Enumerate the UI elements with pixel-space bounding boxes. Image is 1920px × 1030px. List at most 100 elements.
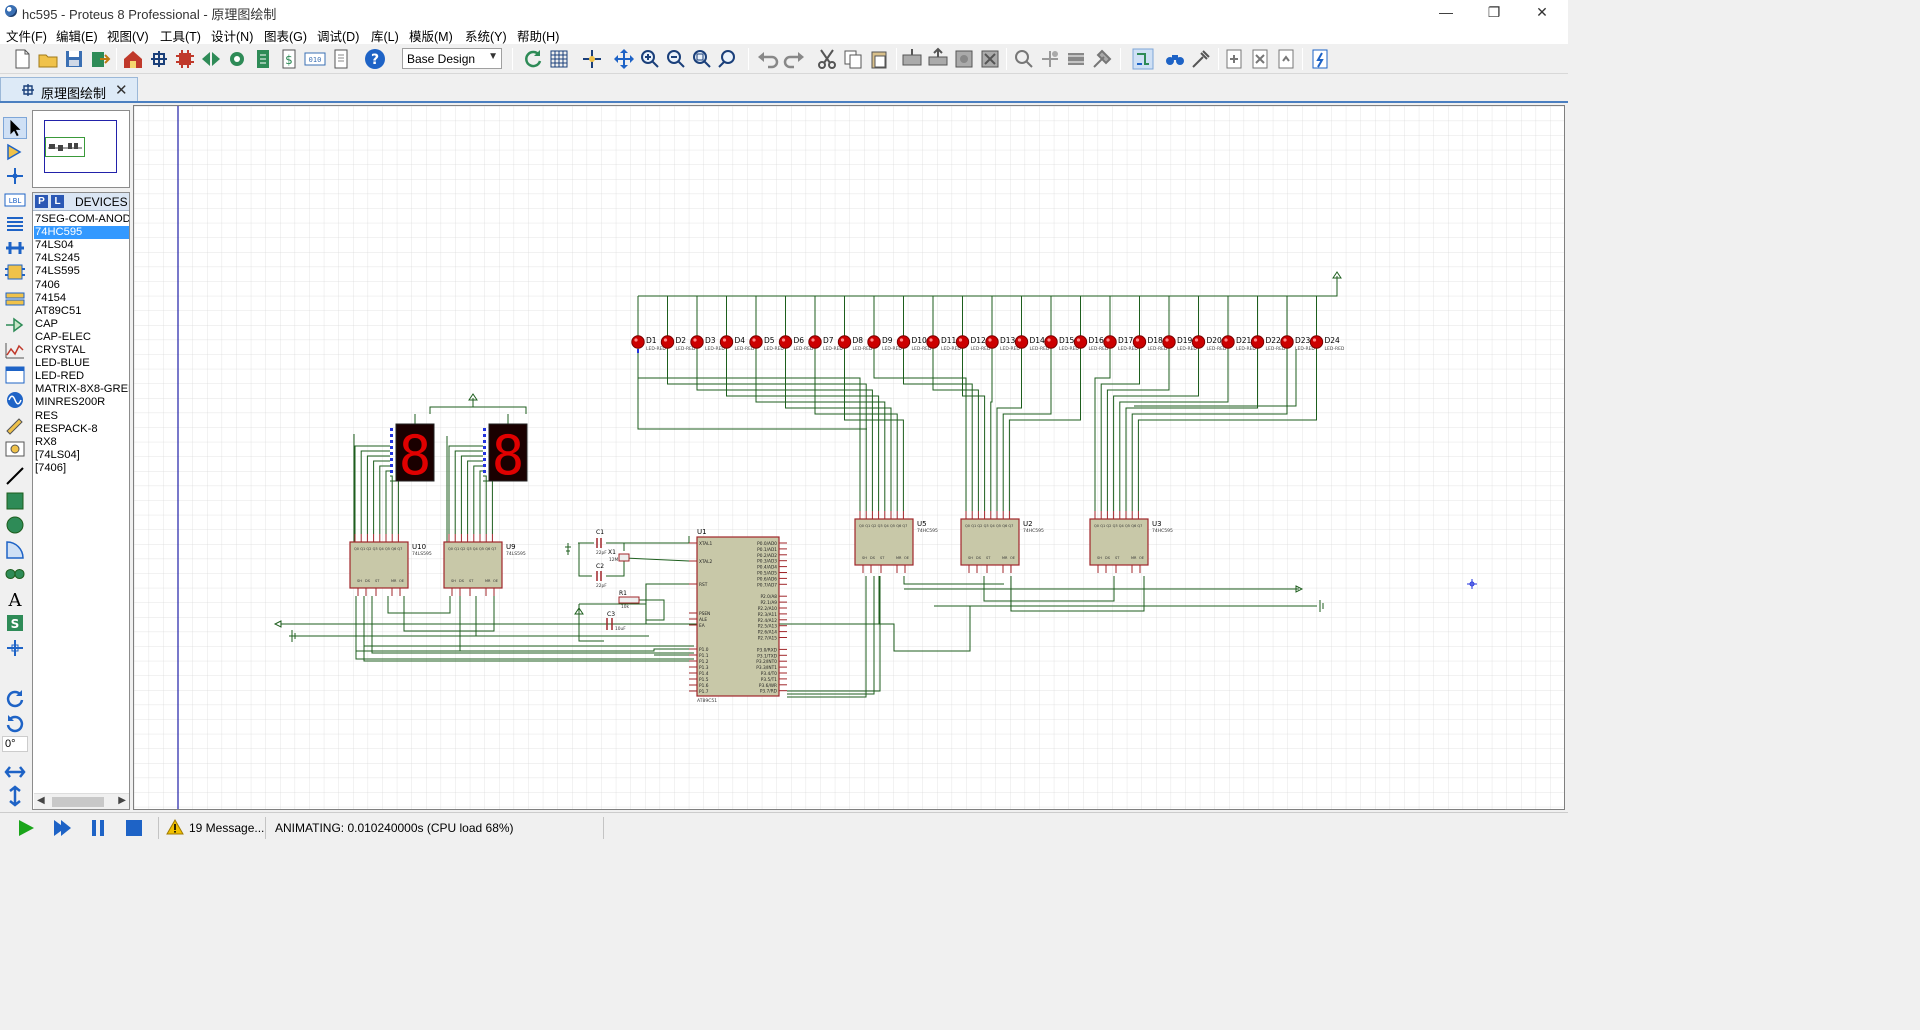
remove-sheet-icon[interactable]	[1248, 47, 1272, 71]
cut-icon[interactable]	[815, 47, 839, 71]
text-script-icon[interactable]	[3, 213, 27, 235]
junction-dot-icon[interactable]	[3, 165, 27, 187]
cost-icon[interactable]: $	[277, 47, 301, 71]
grid-icon[interactable]	[547, 47, 571, 71]
pick-from-library-button[interactable]: P	[35, 195, 48, 208]
subcircuit-icon[interactable]	[3, 261, 27, 283]
scroll-right-icon[interactable]: ▶	[118, 795, 126, 806]
search-tag-icon[interactable]	[1163, 47, 1187, 71]
redo-icon[interactable]	[782, 47, 806, 71]
new-icon[interactable]	[10, 47, 34, 71]
zoom-area-icon[interactable]	[716, 47, 740, 71]
menu-tools[interactable]: 工具(T)	[160, 26, 201, 45]
circle-tool-icon[interactable]	[3, 514, 27, 536]
import-icon[interactable]	[88, 47, 112, 71]
save-icon[interactable]	[62, 47, 86, 71]
menu-help[interactable]: 帮助(H)	[517, 26, 559, 45]
overview-window[interactable]	[32, 110, 130, 188]
maximize-button[interactable]: ❐	[1474, 2, 1514, 22]
undo-icon[interactable]	[756, 47, 780, 71]
schematic-drawing[interactable]: 8 8Q0 Q1 Q2 Q3 Q4 Q5 Q6 Q7SH DS ST MR OEU1074LS595Q0…	[134, 106, 1564, 809]
menu-file[interactable]: 文件(F)	[6, 26, 47, 45]
device-list-item[interactable]: 74LS04	[34, 239, 129, 252]
device-list-item[interactable]: 7406	[34, 279, 129, 292]
device-list-item[interactable]: MATRIX-8X8-GREE	[34, 383, 129, 396]
device-list-item[interactable]: [74LS04]	[34, 449, 129, 462]
menu-graph[interactable]: 图表(G)	[264, 26, 307, 45]
voltage-probe-icon[interactable]	[3, 413, 27, 435]
origin-icon[interactable]	[580, 47, 604, 71]
virtual-instruments-icon[interactable]	[3, 438, 27, 460]
wire-autorouter-icon[interactable]	[1131, 47, 1155, 71]
menu-view[interactable]: 视图(V)	[107, 26, 149, 45]
netlist-icon[interactable]	[1308, 47, 1332, 71]
pan-icon[interactable]	[612, 47, 636, 71]
mirror-horizontal-icon[interactable]	[3, 761, 27, 783]
binary-icon[interactable]: 010	[303, 47, 327, 71]
3d-icon[interactable]	[225, 47, 249, 71]
device-list-item[interactable]: CAP	[34, 318, 129, 331]
zoom-out-icon[interactable]	[664, 47, 688, 71]
device-list-scrollbar[interactable]: ◀ ▶	[34, 793, 129, 809]
library-manager-button[interactable]: L	[51, 195, 64, 208]
device-list-item[interactable]: 74HC595	[34, 226, 129, 240]
tape-recorder-icon[interactable]	[3, 364, 27, 386]
menu-library[interactable]: 库(L)	[371, 26, 399, 45]
close-window-button[interactable]: ✕	[1522, 2, 1562, 22]
device-list-item[interactable]: 7SEG-COM-ANOD	[34, 213, 129, 226]
rotate-anticlockwise-icon[interactable]	[3, 713, 27, 735]
device-list-item[interactable]: RES	[34, 410, 129, 423]
marker-tool-icon[interactable]	[3, 637, 27, 659]
device-list-item[interactable]: 74LS245	[34, 252, 129, 265]
play-button[interactable]	[15, 818, 37, 838]
device-list-item[interactable]: LED-BLUE	[34, 357, 129, 370]
device-list-item[interactable]: LED-RED	[34, 370, 129, 383]
generator-mode-icon[interactable]	[3, 389, 27, 411]
make-device-icon[interactable]	[1038, 47, 1062, 71]
path-tool-icon[interactable]	[3, 563, 27, 585]
close-icon[interactable]: ✕	[115, 81, 128, 99]
zoom-in-icon[interactable]	[638, 47, 662, 71]
symbol-tool-icon[interactable]: S	[3, 612, 27, 634]
device-pins-icon[interactable]	[3, 314, 27, 336]
box-tool-icon[interactable]	[3, 490, 27, 512]
notes-icon[interactable]	[329, 47, 353, 71]
bom-icon[interactable]	[251, 47, 275, 71]
device-list-item[interactable]: CAP-ELEC	[34, 331, 129, 344]
graph-mode-icon[interactable]	[3, 340, 27, 362]
design-variant-select[interactable]: Base Design ▼	[402, 48, 502, 69]
block-move-icon[interactable]	[926, 47, 950, 71]
message-count[interactable]: 19 Message...	[189, 821, 264, 835]
block-copy-icon[interactable]	[900, 47, 924, 71]
component-mode-icon[interactable]	[3, 141, 27, 163]
schematic-canvas[interactable]: 8 8 Q0 Q1 Q2 Q3 Q4 Q5 Q6 Q7 SH DS ST MR OE U10 74LS595 Q0…	[133, 105, 1565, 810]
step-button[interactable]	[51, 818, 73, 838]
zoom-all-icon[interactable]	[690, 47, 714, 71]
new-sheet-icon[interactable]	[1222, 47, 1246, 71]
pcb-icon[interactable]	[173, 47, 197, 71]
terminals-mode-icon[interactable]	[3, 288, 27, 310]
menu-edit[interactable]: 编辑(E)	[56, 26, 98, 45]
device-list-item[interactable]: RESPACK-8	[34, 423, 129, 436]
rotation-angle-field[interactable]: 0°	[2, 736, 28, 752]
block-rotate-icon[interactable]	[952, 47, 976, 71]
pause-button[interactable]	[87, 818, 109, 838]
block-delete-icon[interactable]	[978, 47, 1002, 71]
menu-debug[interactable]: 调试(D)	[317, 26, 359, 45]
schematic-icon[interactable]	[147, 47, 171, 71]
device-list-item[interactable]: MINRES200R	[34, 396, 129, 409]
bus-icon[interactable]	[3, 237, 27, 259]
exit-parent-icon[interactable]	[1274, 47, 1298, 71]
refresh-icon[interactable]	[521, 47, 545, 71]
paste-icon[interactable]	[867, 47, 891, 71]
arc-tool-icon[interactable]	[3, 539, 27, 561]
device-list-item[interactable]: [7406]	[34, 462, 129, 475]
package-tool-icon[interactable]	[1064, 47, 1088, 71]
wire-label-icon[interactable]: LBL	[3, 189, 27, 211]
overview-viewport[interactable]	[45, 137, 85, 157]
device-list-item[interactable]: 74LS595	[34, 265, 129, 278]
selection-mode-icon[interactable]	[3, 117, 27, 139]
device-list-item[interactable]: CRYSTAL	[34, 344, 129, 357]
open-icon[interactable]	[36, 47, 60, 71]
menu-template[interactable]: 模版(M)	[409, 26, 453, 45]
